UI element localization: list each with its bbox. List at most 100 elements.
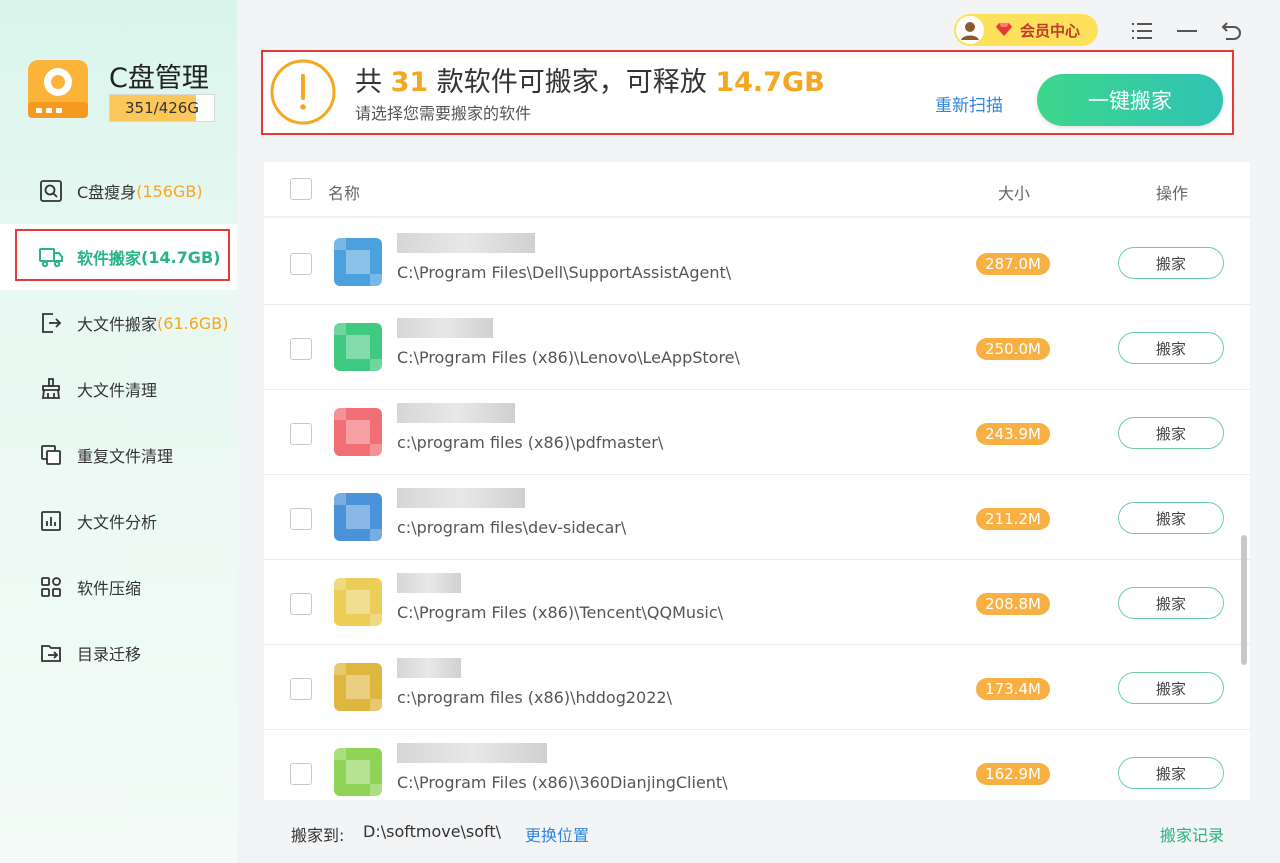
back-icon [1221, 22, 1241, 40]
file-export-icon [38, 310, 64, 336]
sidebar-item-label: 大文件分析 [77, 513, 158, 532]
sidebar-item-label: 大文件搬家 [77, 315, 158, 334]
install-path: c:\program files (x86)\hddog2022\ [397, 688, 672, 707]
move-button[interactable]: 搬家 [1118, 247, 1224, 279]
app-name-blurred [397, 403, 515, 423]
table-row[interactable]: c:\program files (x86)\hddog2022\ 173.4M 搬… [264, 645, 1250, 730]
vip-center-button[interactable]: 会员中心 [954, 14, 1098, 46]
move-to-label: 搬家到: [291, 826, 345, 845]
sidebar-item-c-slim[interactable]: C盘瘦身 (156GB) [0, 158, 237, 224]
sidebar-item-duplicate-clean[interactable]: 重复文件清理 [0, 422, 237, 488]
bar-chart-icon [38, 508, 64, 534]
sidebar-item-label: 重复文件清理 [77, 447, 174, 466]
sidebar-item-size: (14.7GB) [141, 247, 221, 267]
install-path: C:\Program Files (x86)\Tencent\QQMusic\ [397, 603, 724, 622]
row-checkbox[interactable] [290, 508, 312, 530]
row-checkbox[interactable] [290, 423, 312, 445]
table-row[interactable]: C:\Program Files (x86)\360DianjingClient… [264, 730, 1250, 800]
move-to-path: D:\softmove\soft\ [363, 822, 502, 841]
disk-search-icon [38, 178, 64, 204]
table-row[interactable]: C:\Program Files\Dell\SupportAssistAgent… [264, 220, 1250, 305]
move-history-link[interactable]: 搬家记录 [1160, 822, 1224, 846]
install-path: c:\program files\dev-sidecar\ [397, 518, 627, 537]
move-button[interactable]: 搬家 [1118, 587, 1224, 619]
diamond-icon [996, 21, 1012, 40]
app-icon [334, 323, 382, 371]
app-icon [334, 748, 382, 796]
install-path: C:\Program Files (x86)\360DianjingClient… [397, 773, 728, 792]
sidebar-item-directory-migrate[interactable]: 目录迁移 [0, 620, 237, 686]
app-name-blurred [397, 233, 535, 253]
software-table: 名称 大小 操作 C:\Program Files\Dell\SupportAs… [264, 162, 1250, 800]
move-button[interactable]: 搬家 [1118, 502, 1224, 534]
change-location-link[interactable]: 更换位置 [525, 822, 589, 846]
sidebar-item-label: 大文件清理 [77, 381, 158, 400]
releasable-size: 14.7GB [715, 67, 825, 98]
sidebar-item-size: (61.6GB) [157, 313, 229, 333]
size-badge: 287.0M [976, 253, 1050, 275]
app-name-blurred [397, 488, 525, 508]
table-row[interactable]: C:\Program Files (x86)\Tencent\QQMusic\ 2… [264, 560, 1250, 645]
table-row[interactable]: C:\Program Files (x86)\Lenovo\LeAppStore… [264, 305, 1250, 390]
column-name: 名称 [328, 184, 361, 203]
move-button[interactable]: 搬家 [1118, 332, 1224, 364]
column-action: 操作 [1156, 184, 1189, 203]
app-name-blurred [397, 658, 461, 678]
column-size: 大小 [998, 184, 1031, 203]
size-badge: 173.4M [976, 678, 1050, 700]
disk-usage-text: 351/426G [125, 99, 199, 117]
sidebar-item-large-file-move[interactable]: 大文件搬家 (61.6GB) [0, 290, 237, 356]
move-button[interactable]: 搬家 [1118, 672, 1224, 704]
minimize-icon [1177, 30, 1197, 32]
banner-prefix: 共 [355, 67, 382, 98]
sidebar-item-large-file-analysis[interactable]: 大文件分析 [0, 488, 237, 554]
size-badge: 208.8M [976, 593, 1050, 615]
size-badge: 250.0M [976, 338, 1050, 360]
warning-icon [270, 59, 336, 125]
banner-title: 共 31 款软件可搬家，可释放 14.7GB [355, 60, 825, 99]
table-scrollbar[interactable] [1241, 535, 1247, 665]
banner-subtitle: 请选择您需要搬家的软件 [355, 104, 532, 123]
install-path: C:\Program Files\Dell\SupportAssistAgent… [397, 263, 732, 282]
table-row[interactable]: c:\program files (x86)\pdfmaster\ 243.9M 搬… [264, 390, 1250, 475]
grid-icon [38, 574, 64, 600]
app-icon [334, 578, 382, 626]
row-checkbox[interactable] [290, 763, 312, 785]
menu-icon [1132, 23, 1152, 39]
software-count: 31 [390, 67, 429, 98]
sidebar-item-large-file-clean[interactable]: 大文件清理 [0, 356, 237, 422]
app-name-blurred [397, 318, 493, 338]
install-path: C:\Program Files (x86)\Lenovo\LeAppStore… [397, 348, 740, 367]
menu-button[interactable] [1127, 16, 1157, 46]
app-icon [334, 493, 382, 541]
app-icon [334, 238, 382, 286]
disk-logo-icon [28, 60, 88, 118]
move-button[interactable]: 搬家 [1118, 757, 1224, 789]
sidebar: C盘管理 351/426G C盘瘦身 (156GB) 软件搬家 (14.7GB) 大… [0, 0, 237, 863]
vip-center-label: 会员中心 [1020, 21, 1081, 40]
folder-move-icon [38, 640, 64, 666]
row-checkbox[interactable] [290, 338, 312, 360]
sidebar-item-label: 软件搬家 [77, 249, 142, 268]
sidebar-item-label: 目录迁移 [77, 645, 142, 664]
app-name-blurred [397, 743, 547, 763]
size-badge: 243.9M [976, 423, 1050, 445]
sidebar-item-label: 软件压缩 [77, 579, 142, 598]
minimize-button[interactable] [1172, 16, 1202, 46]
row-checkbox[interactable] [290, 678, 312, 700]
app-icon [334, 663, 382, 711]
sidebar-item-size: (156GB) [136, 181, 203, 201]
disk-usage-bar: 351/426G [109, 94, 215, 122]
sidebar-item-software-move[interactable]: 软件搬家 (14.7GB) [0, 224, 237, 290]
table-row[interactable]: c:\program files\dev-sidecar\ 211.2M 搬家 [264, 475, 1250, 560]
sidebar-item-software-compress[interactable]: 软件压缩 [0, 554, 237, 620]
row-checkbox[interactable] [290, 253, 312, 275]
back-button[interactable] [1217, 16, 1247, 46]
move-button[interactable]: 搬家 [1118, 417, 1224, 449]
table-header: 名称 大小 操作 [264, 162, 1250, 218]
one-click-move-button[interactable]: 一键搬家 [1037, 74, 1223, 126]
select-all-checkbox[interactable] [290, 178, 312, 200]
duplicate-icon [38, 442, 64, 468]
row-checkbox[interactable] [290, 593, 312, 615]
rescan-link[interactable]: 重新扫描 [935, 91, 1003, 116]
